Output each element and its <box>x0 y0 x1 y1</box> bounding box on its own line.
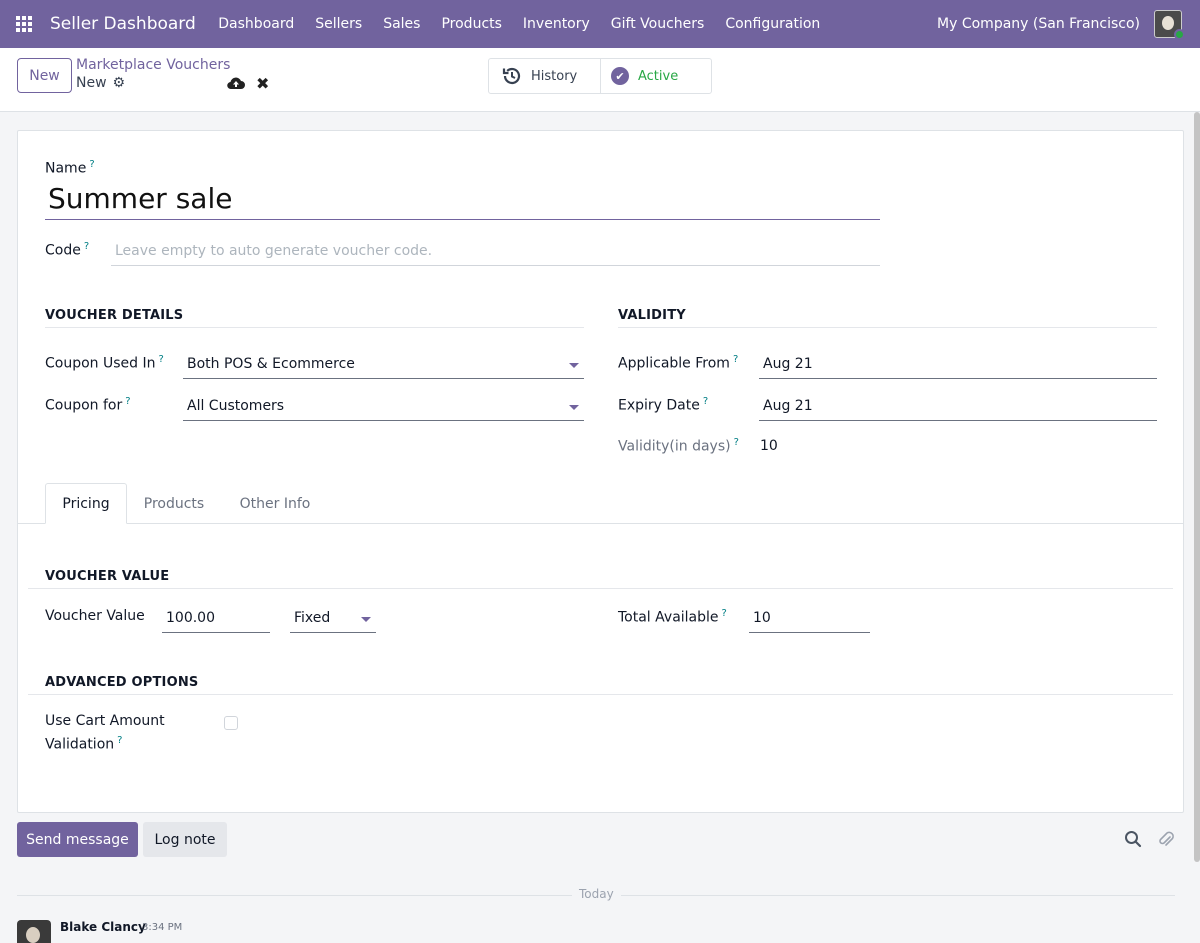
validity-days-label: Validity(in days)? <box>618 437 739 455</box>
breadcrumb-marketplace-vouchers[interactable]: Marketplace Vouchers <box>76 57 230 73</box>
code-label: Code? <box>45 241 90 259</box>
coupon-for-select[interactable]: All Customers <box>183 394 584 421</box>
company-switcher[interactable]: My Company (San Francisco) <box>937 16 1140 32</box>
voucher-name-input[interactable]: Summer sale <box>45 179 880 220</box>
log-note-button[interactable]: Log note <box>143 822 227 857</box>
active-label: Active <box>638 68 679 84</box>
nav-sales[interactable]: Sales <box>373 16 431 32</box>
help-icon: ? <box>702 396 709 407</box>
voucher-details-title: VOUCHER DETAILS <box>45 308 184 323</box>
code-input[interactable]: Leave empty to auto generate voucher cod… <box>111 239 880 266</box>
form-sheet: Name? Summer sale Code? Leave empty to a… <box>17 130 1184 813</box>
check-circle-icon: ✔ <box>611 67 629 85</box>
name-label: Name? <box>45 159 95 177</box>
new-button[interactable]: New <box>17 58 72 93</box>
nav-products[interactable]: Products <box>431 16 512 32</box>
section-divider <box>618 327 1157 328</box>
section-divider <box>45 327 584 328</box>
help-icon: ? <box>83 241 90 252</box>
chevron-down-icon <box>569 405 579 410</box>
discard-close-icon[interactable]: ✖ <box>256 74 269 93</box>
applicable-from-date[interactable]: Aug 21 <box>759 352 1157 379</box>
nav-inventory[interactable]: Inventory <box>512 16 600 32</box>
cart-validation-checkbox[interactable] <box>224 716 238 730</box>
voucher-value-amount-input[interactable]: 100.00 <box>162 606 270 633</box>
help-icon: ? <box>721 608 727 619</box>
app-brand[interactable]: Seller Dashboard <box>50 14 196 34</box>
help-icon: ? <box>733 437 739 448</box>
gear-icon[interactable]: ⚙ <box>113 75 126 91</box>
help-icon: ? <box>125 396 131 407</box>
cart-validation-label-line1: Use Cart Amount <box>45 713 165 729</box>
message-author-avatar[interactable] <box>17 920 51 943</box>
active-toggle-button[interactable]: ✔ Active <box>601 59 678 93</box>
help-icon: ? <box>732 354 739 365</box>
coupon-for-label: Coupon for? <box>45 396 131 414</box>
applicable-from-label: Applicable From? <box>618 354 739 372</box>
paperclip-icon[interactable] <box>1157 829 1175 849</box>
help-icon: ? <box>117 735 123 746</box>
tab-other-info[interactable]: Other Info <box>227 483 323 524</box>
cart-validation-label-line2: Validation? <box>45 735 123 753</box>
tab-products[interactable]: Products <box>130 483 218 524</box>
chevron-down-icon <box>569 363 579 368</box>
voucher-value-type-select[interactable]: Fixed <box>290 606 376 633</box>
total-available-input[interactable]: 10 <box>749 606 870 633</box>
page-scrollbar[interactable] <box>1194 112 1200 862</box>
record-name: New <box>76 75 107 91</box>
send-message-button[interactable]: Send message <box>17 822 138 857</box>
expiry-date-field[interactable]: Aug 21 <box>759 394 1157 421</box>
section-divider <box>28 588 1173 589</box>
history-icon <box>502 67 521 85</box>
record-title: New ⚙ <box>76 75 125 91</box>
validity-days-value: 10 <box>760 438 778 454</box>
control-panel: New Marketplace Vouchers New ⚙ ✖ History… <box>0 48 1200 112</box>
cloud-upload-icon[interactable] <box>226 75 246 91</box>
total-available-label: Total Available? <box>618 608 727 626</box>
message-time: 3:34 PM <box>142 922 183 933</box>
tab-pricing[interactable]: Pricing <box>45 483 127 524</box>
top-navbar: Seller Dashboard Dashboard Sellers Sales… <box>0 0 1200 48</box>
apps-menu-icon[interactable] <box>0 0 48 48</box>
date-separator-label: Today <box>572 887 621 901</box>
nav-sellers[interactable]: Sellers <box>305 16 373 32</box>
message-author[interactable]: Blake Clancy <box>60 920 146 934</box>
search-icon[interactable] <box>1124 830 1142 848</box>
validity-title: VALIDITY <box>618 308 686 323</box>
online-status-icon <box>1174 29 1185 40</box>
advanced-options-title: ADVANCED OPTIONS <box>45 675 199 690</box>
expiry-date-label: Expiry Date? <box>618 396 709 414</box>
history-label: History <box>531 68 578 84</box>
voucher-value-title: VOUCHER VALUE <box>45 569 170 584</box>
smart-buttons: History ✔ Active <box>488 58 712 94</box>
history-button[interactable]: History <box>489 59 601 93</box>
user-avatar[interactable] <box>1154 10 1185 40</box>
nav-gift-vouchers[interactable]: Gift Vouchers <box>600 16 715 32</box>
help-icon: ? <box>89 159 95 170</box>
help-icon: ? <box>158 354 164 365</box>
coupon-used-in-select[interactable]: Both POS & Ecommerce <box>183 352 584 379</box>
section-divider <box>28 694 1173 695</box>
chevron-down-icon <box>361 617 371 622</box>
voucher-value-label: Voucher Value <box>45 608 145 624</box>
nav-configuration[interactable]: Configuration <box>715 16 831 32</box>
nav-dashboard[interactable]: Dashboard <box>208 16 305 32</box>
coupon-used-in-label: Coupon Used In? <box>45 354 164 372</box>
